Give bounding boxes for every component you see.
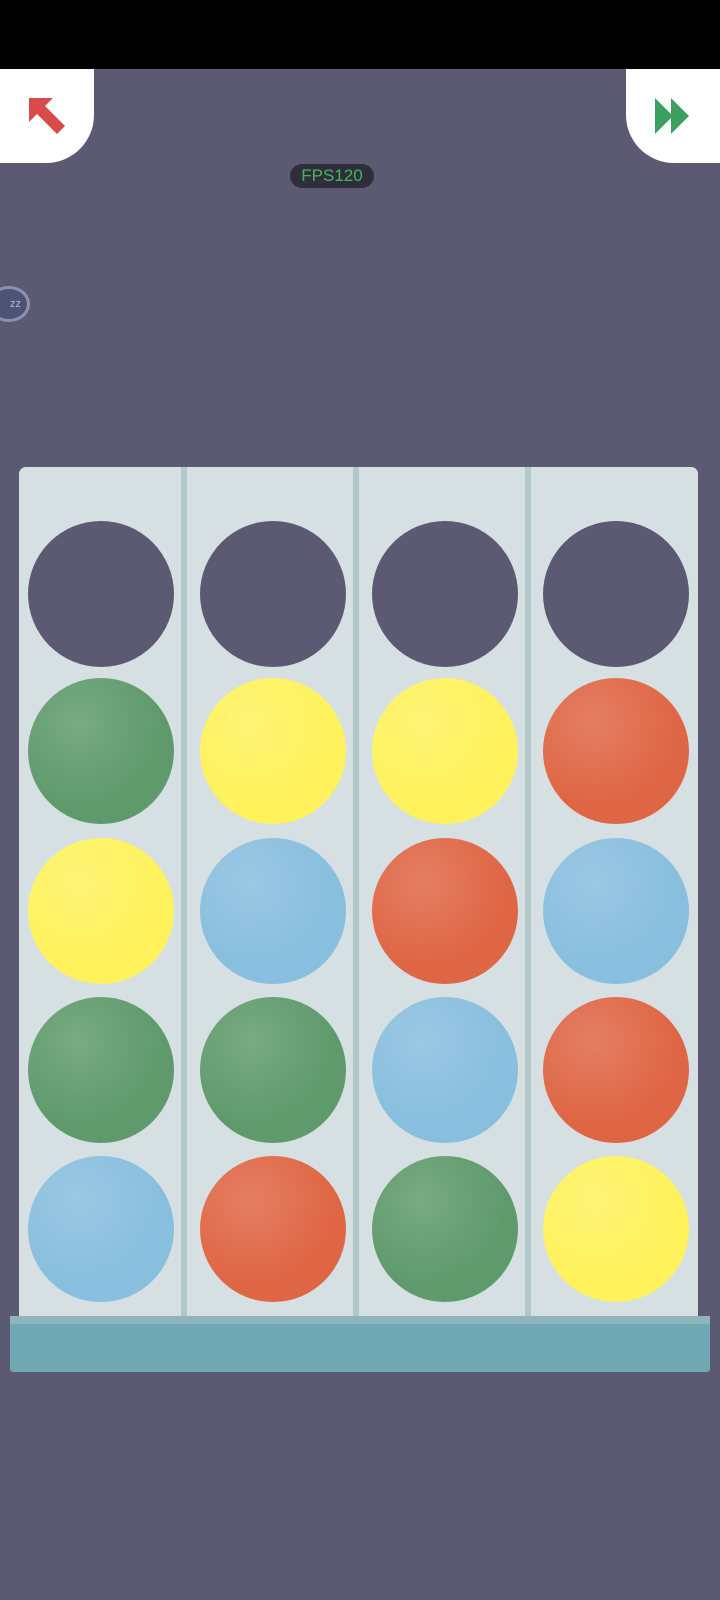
tube-divider: [525, 467, 531, 1317]
red-ball[interactable]: [543, 997, 689, 1143]
status-bar: [0, 0, 720, 69]
arrow-up-left-icon: [29, 98, 65, 134]
green-ball[interactable]: [200, 997, 346, 1143]
skip-level-button[interactable]: [626, 69, 720, 163]
empty-slot[interactable]: [372, 521, 518, 667]
green-ball[interactable]: [28, 678, 174, 824]
floating-assistant-bubble[interactable]: zz: [0, 286, 30, 322]
board-base: [10, 1324, 710, 1372]
green-ball[interactable]: [372, 1156, 518, 1302]
empty-slot[interactable]: [200, 521, 346, 667]
red-ball[interactable]: [372, 838, 518, 984]
blue-ball[interactable]: [543, 838, 689, 984]
blue-ball[interactable]: [200, 838, 346, 984]
blue-ball[interactable]: [372, 997, 518, 1143]
red-ball[interactable]: [200, 1156, 346, 1302]
blue-ball[interactable]: [28, 1156, 174, 1302]
green-ball[interactable]: [28, 997, 174, 1143]
empty-slot[interactable]: [28, 521, 174, 667]
back-button[interactable]: [0, 69, 94, 163]
fps-counter: FPS120: [290, 164, 374, 188]
fast-forward-icon: [655, 98, 689, 134]
yellow-ball[interactable]: [543, 1156, 689, 1302]
yellow-ball[interactable]: [200, 678, 346, 824]
yellow-ball[interactable]: [372, 678, 518, 824]
red-ball[interactable]: [543, 678, 689, 824]
yellow-ball[interactable]: [28, 838, 174, 984]
tube-divider: [353, 467, 359, 1317]
tube-divider: [181, 467, 187, 1317]
empty-slot[interactable]: [543, 521, 689, 667]
